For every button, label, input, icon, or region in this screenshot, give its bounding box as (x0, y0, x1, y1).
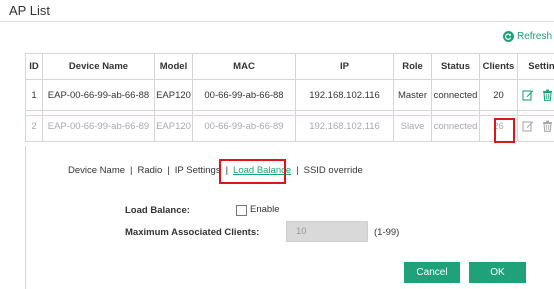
selected-row-accent (25, 115, 554, 116)
column-header-status: Status (431, 53, 480, 80)
edit-icon[interactable] (522, 89, 535, 102)
page-title: AP List (9, 3, 50, 18)
cell-settings (517, 79, 554, 111)
cell-ip: 192.168.102.116 (295, 79, 394, 111)
tab-radio[interactable]: Radio (134, 165, 167, 176)
column-header-device-name: Device Name (42, 53, 155, 80)
column-header-ip: IP (295, 53, 394, 80)
cell-model: EAP120 (154, 79, 193, 111)
cancel-button[interactable]: Cancel (404, 262, 460, 283)
max-clients-input[interactable] (286, 221, 368, 242)
column-header-mac: MAC (192, 53, 296, 80)
column-header-id: ID (25, 53, 43, 80)
edit-icon[interactable] (522, 120, 535, 133)
column-header-clients: Clients (479, 53, 518, 80)
refresh-icon (502, 31, 514, 42)
column-header-settings: Settings (517, 53, 554, 80)
tab-ip-settings[interactable]: IP Settings (171, 165, 225, 176)
settings-tabs: Device Name | Radio | IP Settings | Load… (64, 165, 367, 176)
title-divider (0, 21, 554, 22)
delete-icon[interactable] (541, 89, 554, 102)
column-header-role: Role (393, 53, 432, 80)
column-header-model: Model (154, 53, 193, 80)
load-balance-tab-highlight (219, 159, 286, 184)
edit-icon-highlight (494, 118, 515, 143)
cell-status: connected (431, 79, 480, 111)
max-clients-range: (1-99) (374, 227, 400, 238)
table-row: 1 EAP-00-66-99-ab-66-88 EAP120 00-66-99-… (25, 79, 554, 111)
enable-label: Enable (250, 204, 280, 215)
cell-clients: 20 (479, 79, 518, 111)
refresh-label: Refresh (516, 31, 552, 42)
cell-mac: 00-66-99-ab-66-88 (192, 79, 296, 111)
cell-role: Master (393, 79, 432, 111)
cell-device-name: EAP-00-66-99-ab-66-88 (42, 79, 155, 111)
load-balance-label: Load Balance: (125, 205, 190, 216)
ok-button[interactable]: OK (469, 262, 526, 283)
tab-device-name[interactable]: Device Name (64, 165, 129, 176)
ap-list-table: ID Device Name Model MAC IP Role Status … (25, 53, 554, 142)
enable-checkbox[interactable] (236, 205, 247, 216)
tab-ssid-override[interactable]: SSID override (300, 165, 367, 176)
table-header-row: ID Device Name Model MAC IP Role Status … (25, 53, 554, 80)
refresh-button[interactable]: Refresh (502, 31, 552, 42)
delete-icon[interactable] (541, 120, 554, 133)
cell-id: 1 (25, 79, 43, 111)
max-clients-label: Maximum Associated Clients: (125, 227, 260, 238)
